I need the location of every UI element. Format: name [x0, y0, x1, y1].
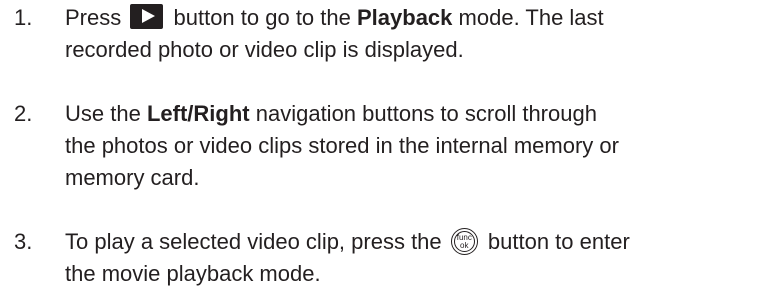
step-text: Press button to go to the Playback mode.… [65, 2, 755, 66]
step-number: 3. [14, 229, 33, 254]
text-segment: button to go to the [173, 5, 351, 30]
text-segment: To play a selected video clip, press the [65, 229, 442, 254]
step-line: Use the Left/Right navigation buttons to… [65, 98, 755, 130]
step-line: recorded photo or video clip is displaye… [65, 37, 464, 62]
play-button-icon [130, 4, 164, 29]
step-number: 2. [14, 101, 33, 126]
step-number: 1. [14, 5, 33, 30]
text-segment: Press [65, 5, 122, 30]
func-ok-button-icon: func ok [450, 228, 478, 255]
step-text: Use the Left/Right navigation buttons to… [65, 98, 755, 194]
step-line: memory card. [65, 165, 200, 190]
step-line: the movie playback mode. [65, 261, 321, 286]
text-segment: navigation buttons to scroll through [255, 101, 597, 126]
text-segment: Use the [65, 101, 141, 126]
bold-term: Playback [357, 5, 453, 30]
text-segment: mode. The last [458, 5, 604, 30]
bold-term: Left/Right [146, 101, 250, 126]
step-text: To play a selected video clip, press the… [65, 226, 755, 290]
icon-label-bottom: ok [460, 241, 469, 250]
text-segment: button to enter [487, 229, 630, 254]
step-line: the photos or video clips stored in the … [65, 133, 619, 158]
step-line: To play a selected video clip, press the… [65, 226, 755, 258]
step-line: Press button to go to the Playback mode.… [65, 2, 755, 34]
